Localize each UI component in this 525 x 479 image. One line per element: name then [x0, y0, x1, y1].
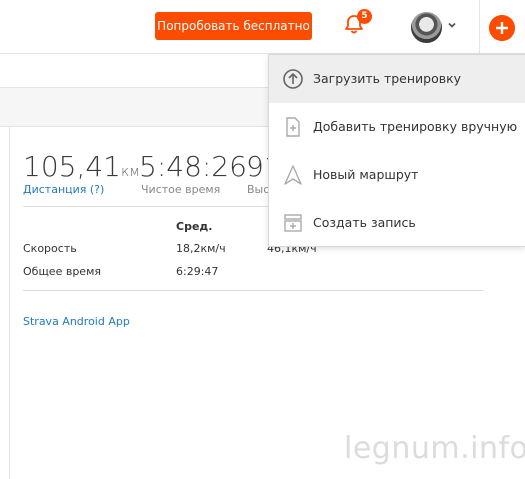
elapsed-time-average-value: 6:29:47	[176, 265, 219, 278]
menu-item-label: Создать запись	[313, 215, 416, 230]
topbar-divider	[479, 0, 480, 54]
menu-item-label: Новый маршрут	[313, 167, 419, 182]
device-app-link[interactable]: Strava Android App	[23, 315, 130, 328]
upload-icon	[283, 69, 303, 89]
add-file-icon	[286, 117, 300, 137]
menu-item-create-post[interactable]: Создать запись	[269, 199, 525, 247]
notification-count-badge: 5	[357, 9, 372, 24]
add-activity-dropdown: Загрузить тренировку Добавить тренировку…	[268, 54, 525, 247]
top-navigation-bar: Попробовать бесплатно 5	[0, 0, 525, 54]
chevron-down-icon[interactable]	[446, 19, 458, 31]
table-divider	[23, 290, 483, 291]
distance-label[interactable]: Дистанция (?)	[23, 183, 104, 196]
menu-item-new-route[interactable]: Новый маршрут	[269, 151, 525, 199]
average-column-header: Сред.	[176, 220, 213, 233]
elapsed-time-row-label: Общее время	[23, 265, 101, 278]
menu-item-label: Добавить тренировку вручную	[313, 119, 518, 134]
add-menu-button[interactable]	[489, 15, 515, 41]
watermark-text: legnum.info	[344, 431, 525, 466]
content-left-border	[9, 127, 10, 479]
try-free-button[interactable]: Попробовать бесплатно	[155, 12, 312, 40]
speed-average-value: 18,2км/ч	[176, 242, 226, 255]
avatar[interactable]	[411, 12, 442, 43]
moving-time-value: 5:48:26	[139, 150, 247, 183]
elevation-label: Выс	[247, 183, 270, 196]
distance-unit: км	[120, 164, 140, 180]
route-icon	[284, 165, 302, 185]
menu-item-label: Загрузить тренировку	[313, 71, 462, 86]
menu-item-add-manual-activity[interactable]: Добавить тренировку вручную	[269, 103, 525, 151]
post-icon	[284, 214, 302, 232]
moving-time-label: Чистое время	[141, 183, 221, 196]
speed-row-label: Скорость	[23, 242, 77, 255]
menu-item-upload-activity[interactable]: Загрузить тренировку	[269, 55, 525, 103]
